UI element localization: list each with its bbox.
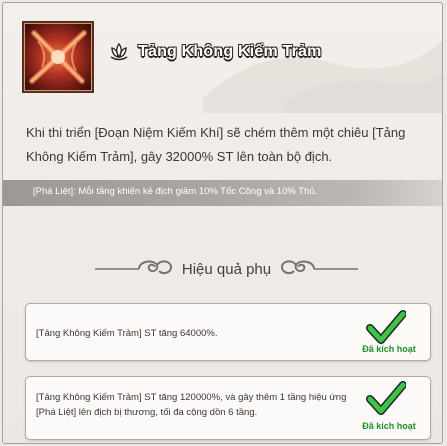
effect-card: [Tảng Không Kiếm Trảm] ST tăng 120000%, … <box>25 376 431 440</box>
section-title: Hiệu quả phụ <box>181 261 272 278</box>
checkmark-icon <box>366 381 406 415</box>
skill-detail-panel: Tảng Không Kiếm Trảm Khi thi triển [Đoạn… <box>2 2 443 444</box>
skill-note: [Phá Liệt]: Mỗi tầng khiến kẻ địch giảm … <box>33 186 318 197</box>
effect-card: [Tảng Không Kiếm Trảm] ST tăng 64000%. Đ… <box>25 303 431 361</box>
section-header: Hiệu quả phụ <box>3 253 442 283</box>
effect-text: [Tảng Không Kiếm Trảm] ST tăng 64000%. <box>36 328 218 339</box>
skill-description: Khi thi triển [Đoạn Niệm Kiếm Khí] sẽ ch… <box>26 125 406 164</box>
skill-icon <box>22 21 94 93</box>
status-badge: Đã kích hoạt <box>362 421 416 431</box>
status-badge: Đã kích hoạt <box>362 344 416 354</box>
lotus-icon <box>110 42 128 61</box>
right-cloud-ornament-icon <box>280 260 358 275</box>
crossed-blades-skill-icon <box>29 30 87 84</box>
skill-title: Tảng Không Kiếm Trảm <box>138 43 322 60</box>
effect-text: [Tảng Không Kiếm Trảm] ST tăng 120000%, … <box>36 392 347 418</box>
skill-title-row: Tảng Không Kiếm Trảm <box>108 39 322 65</box>
checkmark-icon <box>366 310 406 344</box>
